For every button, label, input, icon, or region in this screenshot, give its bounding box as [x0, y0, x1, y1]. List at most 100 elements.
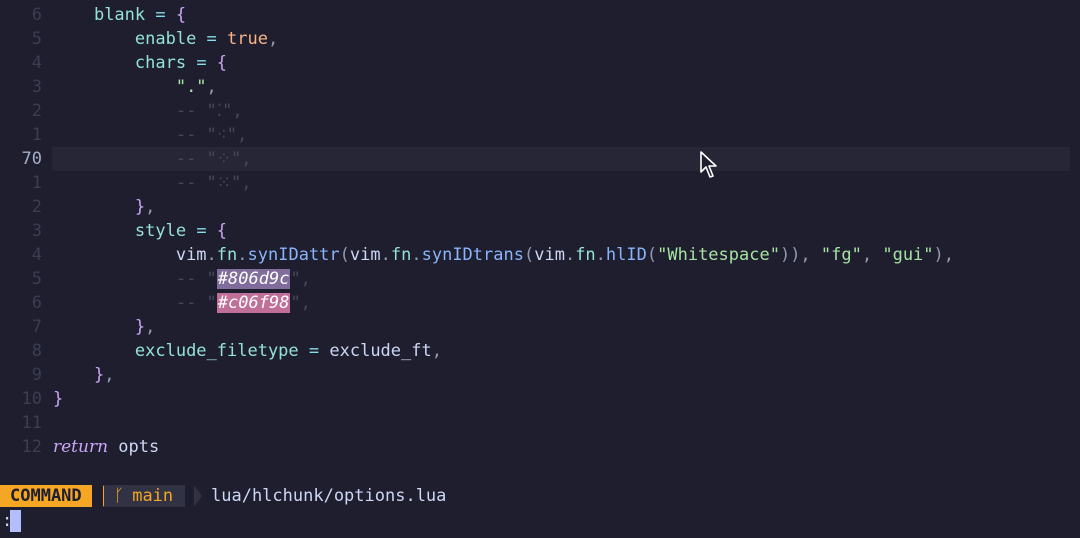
line-number: 4: [31, 53, 42, 73]
code-token: ,: [104, 365, 115, 385]
file-path: lua/hlchunk/options.lua: [211, 486, 447, 506]
editor-buffer[interactable]: 6 blank = {5 enable = true, 4 chars = {3 …: [0, 3, 1080, 459]
code-token: vim: [349, 245, 381, 265]
code-token: =: [145, 5, 176, 25]
code-token: ".": [175, 77, 207, 97]
code-line[interactable]: 1 -- "⁙",: [0, 171, 1080, 195]
code-token: blank: [93, 5, 146, 25]
code-text: -- "#c06f98",: [53, 291, 311, 315]
code-token: =: [298, 341, 330, 361]
code-line[interactable]: 10}: [0, 387, 1080, 411]
code-token: synIDtrans: [421, 245, 524, 265]
line-number: 8: [31, 341, 42, 361]
color-swatch: #806d9c: [216, 269, 291, 289]
line-number: 4: [31, 245, 42, 265]
code-text: blank = {: [53, 3, 186, 27]
code-text: enable = true,: [53, 27, 278, 51]
code-token: .: [411, 245, 422, 265]
code-token: enable: [134, 29, 197, 49]
code-token: chars: [134, 53, 187, 73]
code-token: {: [216, 53, 228, 73]
line-number: 2: [31, 101, 42, 121]
code-token: ",: [290, 293, 311, 313]
code-token: "Whitespace": [657, 245, 780, 265]
code-token: fn: [575, 245, 596, 265]
line-number: 9: [31, 365, 42, 385]
code-line[interactable]: 3 style = {: [0, 219, 1080, 243]
code-line[interactable]: 8 exclude_filetype = exclude_ft,: [0, 339, 1080, 363]
branch-separator: [194, 485, 202, 507]
code-token: -- "⁚",: [175, 101, 243, 121]
git-branch-name: main: [132, 486, 174, 506]
code-text: -- "⁙",: [53, 171, 252, 195]
code-line[interactable]: 9 },: [0, 363, 1080, 387]
code-text: return opts: [53, 435, 159, 459]
code-token: .: [595, 245, 606, 265]
code-line[interactable]: 5 -- "#806d9c",: [0, 267, 1080, 291]
code-text: },: [53, 315, 156, 339]
statusline: COMMAND ᚴ main lua/hlchunk/options.lua: [0, 485, 1080, 507]
code-token: (: [339, 245, 350, 265]
code-token: -- ": [175, 293, 217, 313]
code-token: vim: [534, 245, 565, 265]
line-number: 5: [31, 269, 42, 289]
code-text: -- "#806d9c",: [53, 267, 311, 291]
code-text: chars = {: [53, 51, 227, 75]
code-line[interactable]: 6 -- "#c06f98",: [0, 291, 1080, 315]
code-line[interactable]: 6 blank = {: [0, 3, 1080, 27]
code-line[interactable]: 2 },: [0, 195, 1080, 219]
line-number: 11: [21, 413, 42, 433]
code-line[interactable]: 3 ".",: [0, 75, 1080, 99]
code-line[interactable]: 1 -- "⁖",: [0, 123, 1080, 147]
code-text: ".",: [53, 75, 217, 99]
code-token: }: [134, 317, 146, 337]
code-text: },: [53, 195, 156, 219]
code-token: }: [93, 365, 105, 385]
code-token: fn: [390, 245, 412, 265]
line-number: 3: [31, 77, 42, 97]
code-text: -- "⁚",: [53, 99, 243, 123]
mode-indicator: COMMAND: [0, 485, 92, 507]
code-token: .: [564, 245, 576, 265]
line-number: 7: [31, 317, 42, 337]
code-line[interactable]: 4 chars = {: [0, 51, 1080, 75]
text-cursor: [10, 510, 21, 532]
code-text: -- "⁘",: [53, 147, 252, 171]
code-token: exclude_ft: [329, 341, 432, 361]
code-line[interactable]: 11: [0, 411, 1080, 435]
line-number: 3: [31, 221, 42, 241]
code-line[interactable]: 12 return opts: [0, 435, 1080, 459]
code-token: .: [380, 245, 391, 265]
code-token: }: [134, 197, 146, 217]
code-line[interactable]: 4 vim.fn.synIDattr(vim.fn.synIDtrans(vim…: [0, 243, 1080, 267]
code-line[interactable]: 5 enable = true,: [0, 27, 1080, 51]
code-token: =: [186, 221, 217, 241]
code-token: =: [186, 53, 217, 73]
code-token: synIDattr: [247, 245, 340, 265]
code-token: opts: [108, 437, 160, 457]
code-text: },: [53, 363, 115, 387]
code-line[interactable]: 7 },: [0, 315, 1080, 339]
code-token: exclude_filetype: [134, 341, 299, 361]
code-token: -- ": [175, 269, 217, 289]
code-line-current[interactable]: 70 -- "⁘",: [0, 147, 1080, 171]
code-token: =: [196, 29, 228, 49]
line-number: 1: [31, 173, 42, 193]
line-number: 12: [21, 437, 42, 457]
code-token: fn: [216, 245, 238, 265]
command-line[interactable]: :: [0, 508, 1080, 534]
line-number: 70: [21, 149, 42, 169]
code-line[interactable]: 2 -- "⁚",: [0, 99, 1080, 123]
code-token: -- "⁘",: [175, 149, 252, 169]
code-token: ,: [145, 317, 156, 337]
code-text: -- "⁖",: [53, 123, 247, 147]
